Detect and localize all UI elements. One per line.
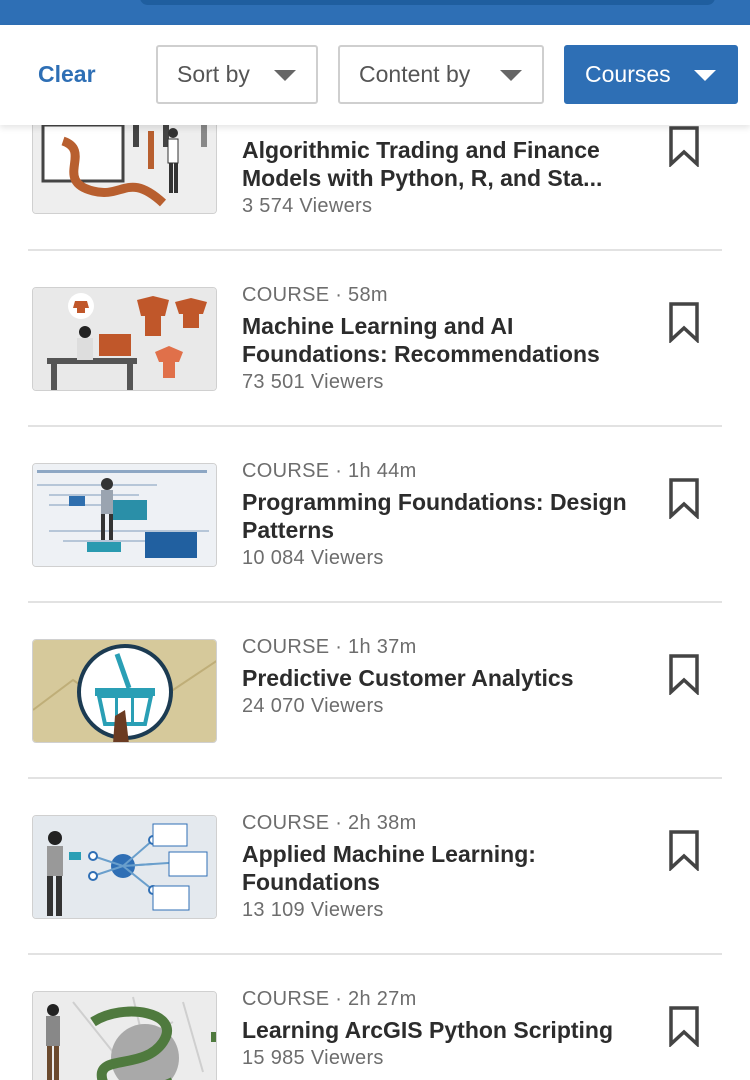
course-viewers: 3 574 Viewers: [242, 195, 373, 217]
bookmark-icon[interactable]: [668, 1005, 700, 1047]
clear-filters-link[interactable]: Clear: [38, 61, 96, 88]
courses-label: Courses: [585, 61, 671, 87]
course-viewers: 73 501 Viewers: [242, 371, 384, 393]
course-info: COURSE · 2h 27m Learning ArcGIS Python S…: [242, 988, 642, 1071]
sort-by-dropdown[interactable]: Sort by: [156, 45, 318, 104]
bookmark-icon[interactable]: [668, 653, 700, 695]
course-type-duration: COURSE · 1h 37m: [242, 636, 417, 658]
bookmark-icon[interactable]: [668, 125, 700, 167]
course-title[interactable]: Applied Machine Learning: Foundations: [242, 840, 642, 896]
bookmark-icon[interactable]: [668, 301, 700, 343]
course-viewers: 13 109 Viewers: [242, 899, 384, 921]
course-thumbnail: [32, 991, 217, 1080]
course-info: COURSE · 1h 44m Programming Foundations:…: [242, 460, 642, 571]
course-type-duration: COURSE · 58m: [242, 284, 388, 306]
chevron-down-icon: [694, 70, 716, 81]
course-title[interactable]: Programming Foundations: Design Patterns: [242, 488, 642, 544]
content-by-dropdown[interactable]: Content by: [338, 45, 544, 104]
course-item[interactable]: COURSE · 2h 27m Learning ArcGIS Python S…: [0, 955, 750, 1080]
course-item[interactable]: COURSE · 58m Machine Learning and AI Fou…: [0, 251, 750, 427]
course-thumbnail: [32, 815, 217, 919]
filter-bar: Clear Sort by Content by Courses: [0, 25, 750, 125]
course-title[interactable]: Predictive Customer Analytics: [242, 664, 642, 692]
course-info: COURSE · 2h 38m Applied Machine Learning…: [242, 812, 642, 923]
courses-dropdown[interactable]: Courses: [564, 45, 738, 104]
course-item[interactable]: COURSE · 2h 38m Applied Machine Learning…: [0, 779, 750, 955]
course-title[interactable]: Machine Learning and AI Foundations: Rec…: [242, 312, 642, 368]
course-title[interactable]: Learning ArcGIS Python Scripting: [242, 1016, 642, 1044]
course-viewers: 24 070 Viewers: [242, 695, 384, 717]
bookmark-icon[interactable]: [668, 829, 700, 871]
course-thumbnail: [32, 110, 217, 214]
course-title[interactable]: Algorithmic Trading and Finance Models w…: [242, 136, 642, 192]
course-thumbnail: [32, 639, 217, 743]
course-item[interactable]: COURSE · 1h 37m Predictive Customer Anal…: [0, 603, 750, 779]
chevron-down-icon: [274, 70, 296, 81]
course-thumbnail: [32, 287, 217, 391]
sort-by-label: Sort by: [177, 61, 250, 87]
course-viewers: 15 985 Viewers: [242, 1047, 384, 1069]
content-by-label: Content by: [359, 61, 471, 87]
course-info: COURSE · 1h 37m Predictive Customer Anal…: [242, 636, 642, 719]
course-type-duration: COURSE · 2h 27m: [242, 988, 417, 1010]
course-type-duration: COURSE · 2h 38m: [242, 812, 417, 834]
course-type-duration: COURSE · 1h 44m: [242, 460, 417, 482]
course-list: COURSE · 2h 8m Algorithmic Trading and F…: [0, 0, 750, 1080]
course-item[interactable]: COURSE · 1h 44m Programming Foundations:…: [0, 427, 750, 603]
course-info: COURSE · 58m Machine Learning and AI Fou…: [242, 284, 642, 395]
course-thumbnail: [32, 463, 217, 567]
course-viewers: 10 084 Viewers: [242, 547, 384, 569]
chevron-down-icon: [500, 70, 522, 81]
bookmark-icon[interactable]: [668, 477, 700, 519]
